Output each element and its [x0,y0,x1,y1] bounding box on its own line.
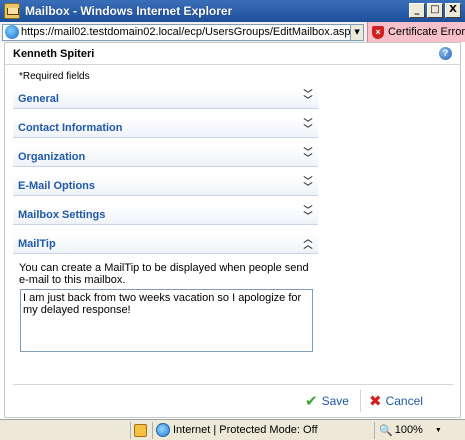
cancel-label: Cancel [385,394,423,408]
mailtip-description: You can create a MailTip to be displayed… [19,262,309,286]
section-label: Contact Information [18,121,123,134]
expand-chevron-icon: ﹀ ﹀ [303,206,313,222]
shield-error-icon: × [371,25,384,39]
security-cell [130,421,152,439]
section-label: General [18,92,59,105]
url-text: https://mail02.testdomain02.local/ecp/Us… [21,26,352,38]
checkmark-icon: ✔ [305,392,318,410]
expand-chevron-icon: ﹀ ﹀ [303,90,313,106]
section-label: MailTip [18,237,56,250]
section-contact-information[interactable]: Contact Information ﹀ ﹀ [13,118,318,138]
mailtip-textarea[interactable]: I am just back from two weeks vacation s… [20,289,313,352]
required-fields-note: *Required fields [19,71,90,82]
cancel-button[interactable]: ✖ Cancel [369,391,423,411]
zoom-level: 100% [394,424,423,436]
window-controls: _ □ X [409,3,461,18]
title-bar: Mailbox - Windows Internet Explorer _ □ … [0,0,465,22]
footer-divider [13,384,453,385]
button-divider [360,390,361,412]
maximize-button[interactable]: □ [427,3,443,18]
expand-chevron-icon: ﹀ ﹀ [303,119,313,135]
close-button[interactable]: X [445,3,461,18]
mailbox-icon [4,3,20,19]
section-general[interactable]: General ﹀ ﹀ [13,89,318,109]
section-mailbox-settings[interactable]: Mailbox Settings ﹀ ﹀ [13,205,318,225]
zoom-icon: 🔍 [379,423,393,437]
minimize-button[interactable]: _ [409,3,425,18]
expand-chevron-icon: ﹀ ﹀ [303,148,313,164]
certificate-error-button[interactable]: × Certificate Error [366,22,465,42]
zoom-dropdown-icon[interactable]: ▼ [435,427,442,434]
page-header: Kenneth Spiteri ? [5,43,460,65]
zoom-cell[interactable]: 🔍 100% ▼ [374,421,464,439]
section-mailtip[interactable]: MailTip ︿ ︿ [13,234,318,254]
zone-label: Internet | Protected Mode: Off [173,424,318,436]
section-label: Organization [18,150,86,163]
url-dropdown-button[interactable]: ▼ [351,23,364,41]
save-label: Save [321,394,349,408]
cancel-x-icon: ✖ [369,392,382,410]
page-content: Kenneth Spiteri ? *Required fields Gener… [4,42,461,418]
internet-explorer-icon [5,25,19,39]
zone-cell[interactable]: Internet | Protected Mode: Off [152,421,374,439]
collapse-chevron-icon: ︿ ︿ [303,235,313,251]
section-email-options[interactable]: E-Mail Options ﹀ ﹀ [13,176,318,196]
address-bar: https://mail02.testdomain02.local/ecp/Us… [0,22,465,42]
protected-mode-icon[interactable] [134,423,147,437]
page-title: Kenneth Spiteri [13,48,95,60]
window-title: Mailbox - Windows Internet Explorer [25,4,233,18]
status-text-cell [0,422,130,439]
internet-zone-icon [156,423,170,437]
section-organization[interactable]: Organization ﹀ ﹀ [13,147,318,167]
expand-chevron-icon: ﹀ ﹀ [303,177,313,193]
section-label: Mailbox Settings [18,208,106,221]
help-icon[interactable]: ? [439,47,452,60]
save-button[interactable]: ✔ Save [305,391,349,411]
certificate-error-label: Certificate Error [387,26,465,38]
status-bar: Internet | Protected Mode: Off 🔍 100% ▼ [0,419,465,440]
url-field[interactable]: https://mail02.testdomain02.local/ecp/Us… [2,23,352,41]
section-label: E-Mail Options [18,179,95,192]
